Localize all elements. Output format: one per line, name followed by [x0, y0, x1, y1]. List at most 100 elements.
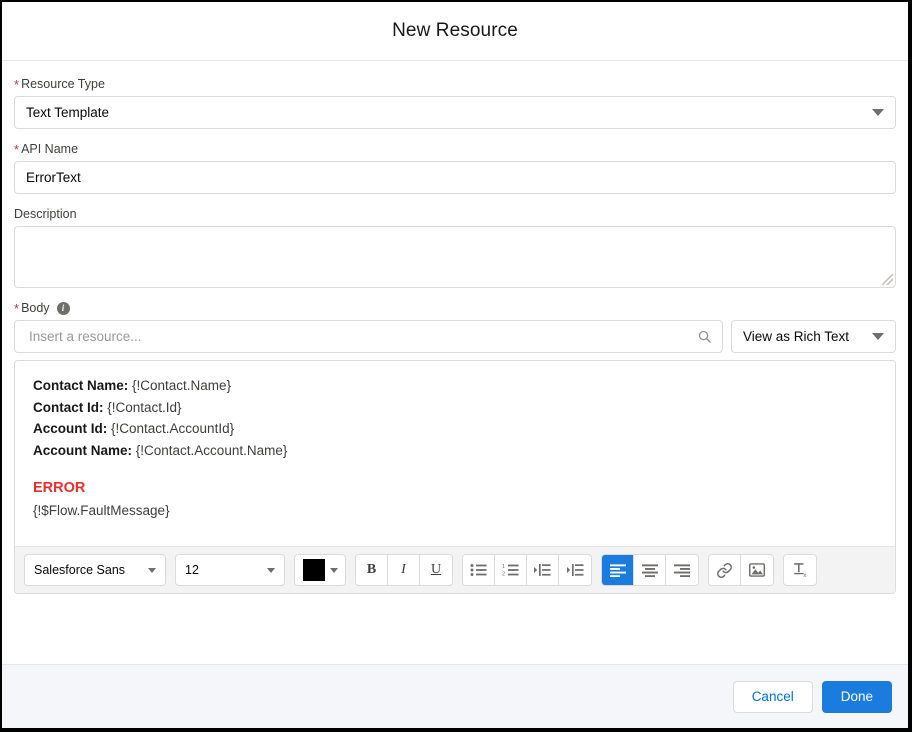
svg-text:1: 1 [502, 564, 505, 570]
alignment-group [601, 554, 699, 586]
svg-text:2: 2 [502, 572, 505, 578]
api-name-input[interactable]: ErrorText [14, 161, 896, 194]
error-heading: ERROR [33, 478, 877, 500]
align-left-glyph [610, 564, 626, 577]
underline-icon[interactable]: U [420, 555, 452, 585]
align-right-glyph [674, 564, 690, 577]
align-right-icon[interactable] [666, 555, 698, 585]
search-icon [697, 329, 712, 344]
content-line-label: Contact Name: [33, 378, 128, 393]
resource-type-select[interactable]: Text Template [14, 96, 896, 129]
modal-header: New Resource [2, 2, 908, 61]
field-description: Description [14, 207, 896, 288]
font-family-group: Salesforce Sans [24, 554, 166, 586]
content-line-value: {!Contact.Name} [128, 378, 231, 393]
required-asterisk: * [14, 304, 19, 314]
resource-type-value: Text Template [26, 105, 109, 120]
bulleted-list-glyph [470, 563, 487, 577]
underline-glyph: U [431, 562, 441, 578]
content-line-value: {!Contact.AccountId} [107, 421, 234, 436]
description-textarea[interactable] [14, 226, 896, 288]
rich-text-content[interactable]: Contact Name: {!Contact.Name} Contact Id… [15, 361, 895, 546]
image-icon[interactable] [741, 555, 773, 585]
align-left-icon[interactable] [602, 555, 634, 585]
content-line: Contact Name: {!Contact.Name} [33, 375, 877, 397]
api-name-value: ErrorText [26, 170, 81, 185]
link-glyph [716, 562, 733, 579]
field-api-name: * API Name ErrorText [14, 142, 896, 194]
remove-formatting-icon[interactable]: x [784, 555, 816, 585]
bold-glyph: B [367, 562, 376, 578]
resize-handle-icon[interactable] [882, 274, 893, 285]
field-body: * Body i View as Rich Text Conta [14, 301, 896, 594]
remove-formatting-glyph: x [792, 562, 809, 578]
content-line: Account Name: {!Contact.Account.Name} [33, 440, 877, 462]
new-resource-modal: New Resource * Resource Type Text Templa… [2, 2, 908, 728]
insert-group [708, 554, 774, 586]
api-name-label-text: API Name [21, 142, 78, 157]
resource-type-label-text: Resource Type [21, 77, 105, 92]
svg-text:x: x [803, 573, 806, 578]
font-family-value: Salesforce Sans [34, 563, 125, 577]
chevron-down-icon [872, 109, 884, 116]
italic-icon[interactable]: I [388, 555, 420, 585]
description-label: Description [14, 207, 896, 222]
outdent-icon[interactable] [559, 555, 591, 585]
content-line-label: Contact Id: [33, 400, 104, 415]
modal-content: * Resource Type Text Template * API Name… [2, 61, 908, 664]
insert-resource-field[interactable] [14, 320, 723, 353]
body-label-text: Body [21, 301, 50, 316]
font-family-select[interactable]: Salesforce Sans [25, 555, 165, 585]
font-size-group: 12 [175, 554, 285, 586]
modal-footer: Cancel Done [2, 664, 908, 728]
body-toolbar-top: View as Rich Text [14, 320, 896, 353]
align-center-glyph [642, 564, 658, 577]
font-size-select[interactable]: 12 [176, 555, 284, 585]
info-icon[interactable]: i [57, 302, 70, 315]
image-glyph [749, 563, 765, 577]
indent-icon[interactable] [527, 555, 559, 585]
numbered-list-icon[interactable]: 1 2 [495, 555, 527, 585]
content-line-value: {!Contact.Account.Name} [132, 443, 287, 458]
page-title: New Resource [392, 20, 518, 42]
outdent-glyph [567, 563, 584, 577]
required-asterisk: * [14, 145, 19, 155]
resource-type-label: * Resource Type [14, 77, 896, 92]
remove-formatting-group: x [783, 554, 817, 586]
link-icon[interactable] [709, 555, 741, 585]
content-line-label: Account Name: [33, 443, 132, 458]
indent-glyph [534, 563, 551, 577]
font-size-value: 12 [185, 563, 199, 577]
field-resource-type: * Resource Type Text Template [14, 77, 896, 129]
body-label: * Body i [14, 301, 896, 316]
text-color-group [294, 554, 346, 586]
content-line: Contact Id: {!Contact.Id} [33, 397, 877, 419]
insert-resource-input[interactable] [27, 328, 697, 345]
required-asterisk: * [14, 80, 19, 90]
align-center-icon[interactable] [634, 555, 666, 585]
chevron-down-icon [148, 568, 156, 573]
cancel-button[interactable]: Cancel [733, 681, 813, 713]
color-swatch-icon [303, 559, 325, 581]
api-name-label: * API Name [14, 142, 896, 157]
numbered-list-glyph: 1 2 [502, 563, 519, 577]
formatting-toolbar: Salesforce Sans 12 [15, 546, 895, 593]
view-mode-select[interactable]: View as Rich Text [731, 320, 896, 353]
content-blank-line [33, 461, 877, 478]
content-line-label: Account Id: [33, 421, 107, 436]
error-merge-field: {!$Flow.FaultMessage} [33, 500, 877, 522]
italic-glyph: I [401, 562, 406, 578]
content-line: Account Id: {!Contact.AccountId} [33, 418, 877, 440]
list-group: 1 2 [462, 554, 592, 586]
rich-text-editor: Contact Name: {!Contact.Name} Contact Id… [14, 360, 896, 594]
chevron-down-icon [330, 568, 338, 573]
bulleted-list-icon[interactable] [463, 555, 495, 585]
text-style-group: B I U [355, 554, 453, 586]
description-label-text: Description [14, 207, 77, 222]
view-mode-label: View as Rich Text [743, 329, 849, 344]
chevron-down-icon [872, 333, 884, 340]
content-line-value: {!Contact.Id} [104, 400, 182, 415]
bold-icon[interactable]: B [356, 555, 388, 585]
done-button[interactable]: Done [822, 681, 892, 713]
text-color-button[interactable] [295, 555, 345, 585]
